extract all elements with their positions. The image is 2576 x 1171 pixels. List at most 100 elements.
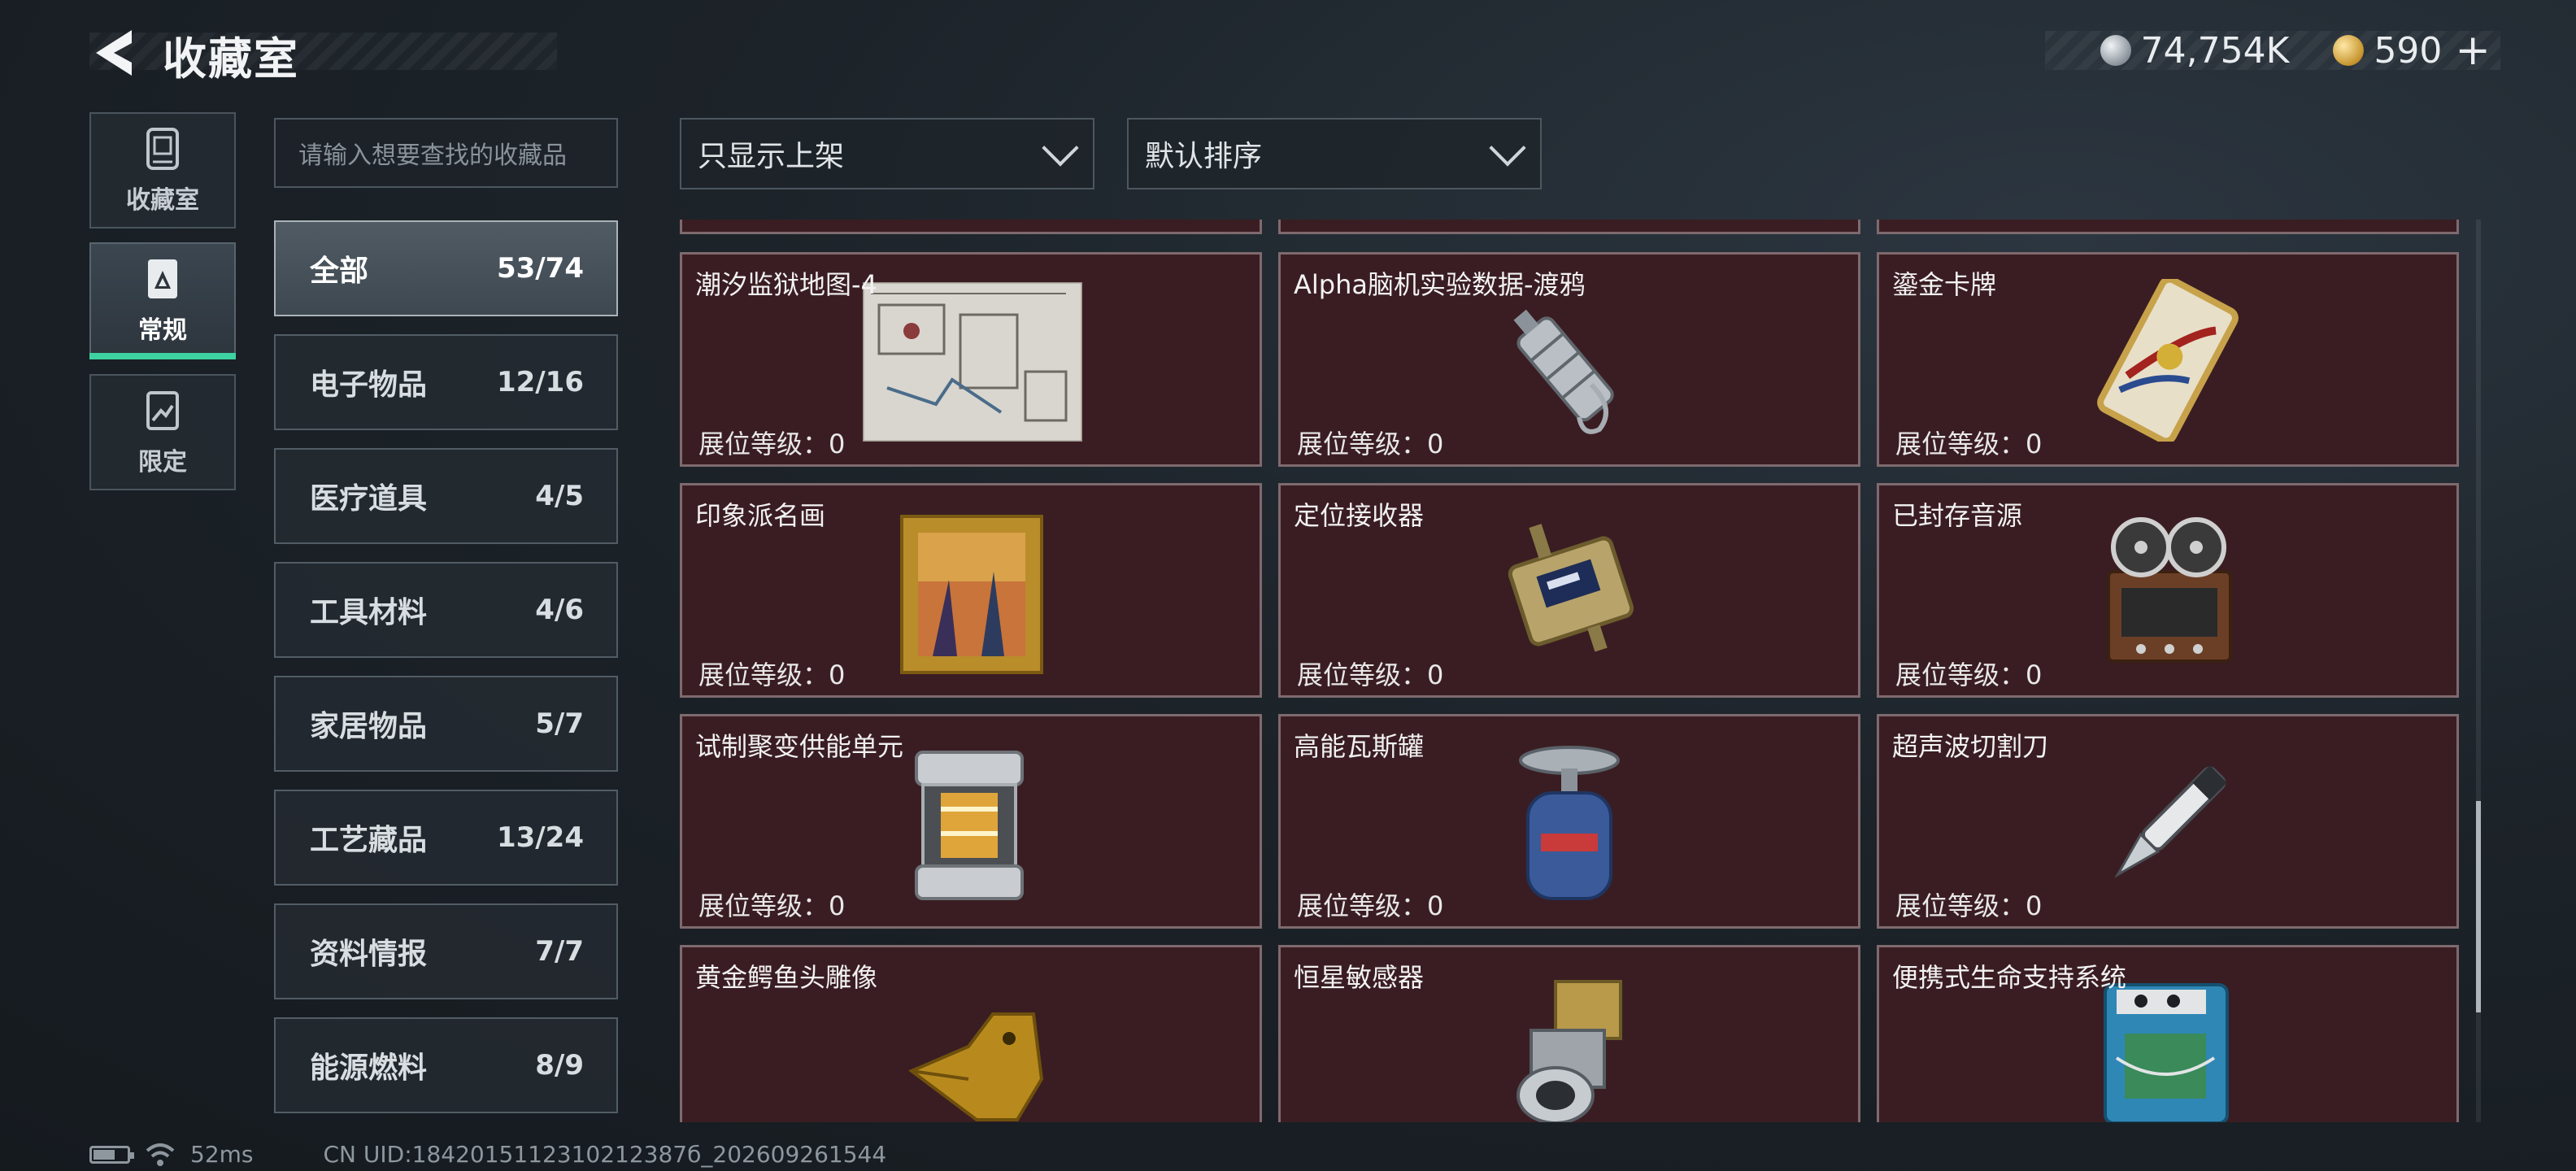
- collection-icon: [146, 127, 179, 170]
- category-medical[interactable]: 医疗道具 4/5: [274, 448, 618, 544]
- display-filter-value: 只显示上架: [698, 140, 845, 173]
- star-sensor-icon: [1516, 980, 1622, 1122]
- currency-bar: 74,754K 590 +: [2045, 26, 2500, 75]
- item-name: 高能瓦斯罐: [1294, 731, 1425, 762]
- limited-icon: [146, 390, 179, 430]
- nav-item-label: 收藏室: [126, 185, 199, 215]
- status-bar: 52ms CN UID:1842015112310212387б_2026092…: [89, 1141, 886, 1168]
- item-card-partial[interactable]: [680, 220, 1262, 234]
- page-title: 收藏室: [163, 33, 299, 85]
- nav-item-collection-room[interactable]: 收藏室: [89, 112, 236, 229]
- category-electronics[interactable]: 电子物品 12/16: [274, 334, 618, 430]
- category-count: 4/6: [535, 594, 584, 626]
- item-card[interactable]: 潮汐监狱地图-4 展位等级：0: [680, 252, 1262, 467]
- category-count: 7/7: [535, 935, 584, 968]
- item-card[interactable]: 超声波切割刀 展位等级：0: [1877, 714, 2459, 929]
- item-name: 便携式生命支持系统: [1892, 962, 2127, 993]
- item-card[interactable]: 高能瓦斯罐 展位等级：0: [1278, 714, 1860, 929]
- category-name: 医疗道具: [310, 482, 428, 516]
- life-support-icon: [2104, 983, 2229, 1122]
- item-level: 展位等级：0: [1297, 429, 1444, 459]
- category-crafts[interactable]: 工艺藏品 13/24: [274, 790, 618, 886]
- item-level: 展位等级：0: [1297, 660, 1444, 690]
- gold-crocodile-icon: [908, 1012, 1044, 1121]
- category-all[interactable]: 全部 53/74: [274, 220, 618, 316]
- gilded-card-icon: [2097, 279, 2239, 442]
- add-currency-button[interactable]: +: [2455, 26, 2491, 75]
- nav-item-regular[interactable]: 常规: [89, 242, 236, 359]
- collection-grid: 潮汐监狱地图-4 展位等级：0 Alpha脑机实验数据-渡鸦 展位等级：0 鎏金…: [680, 220, 2462, 1122]
- item-name: Alpha脑机实验数据-渡鸦: [1294, 269, 1586, 300]
- item-level: 展位等级：0: [1297, 890, 1444, 921]
- category-count: 13/24: [496, 821, 584, 854]
- item-level: 展位等级：0: [698, 429, 846, 459]
- nav-item-label: 限定: [138, 447, 187, 477]
- item-card[interactable]: 鎏金卡牌 展位等级：0: [1877, 252, 2459, 467]
- category-name: 工具材料: [310, 596, 428, 629]
- category-count: 4/5: [535, 480, 584, 512]
- item-level: 展位等级：0: [698, 660, 846, 690]
- chevron-down-icon: [1042, 129, 1079, 167]
- item-card[interactable]: 试制聚变供能单元 展位等级：0: [680, 714, 1262, 929]
- nav-item-label: 常规: [138, 316, 187, 345]
- wifi-icon: [146, 1143, 175, 1166]
- ultrasonic-knife-icon: [2114, 765, 2227, 878]
- category-name: 工艺藏品: [310, 824, 428, 857]
- item-card[interactable]: Alpha脑机实验数据-渡鸦 展位等级：0: [1278, 252, 1860, 467]
- category-count: 53/74: [496, 252, 584, 285]
- gold-coin-value: 590: [2374, 29, 2443, 72]
- silver-coin-value: 74,754K: [2140, 29, 2290, 72]
- reel-recorder-icon: [2107, 517, 2232, 663]
- nav-item-limited[interactable]: 限定: [89, 374, 236, 490]
- item-name: 恒星敏感器: [1294, 962, 1425, 993]
- display-filter-dropdown[interactable]: 只显示上架: [680, 118, 1094, 189]
- painting-icon: [900, 515, 1043, 674]
- nav-active-indicator: [89, 353, 236, 359]
- gas-canister-icon: [1519, 746, 1620, 900]
- category-count: 8/9: [535, 1049, 584, 1082]
- item-card[interactable]: 定位接收器 展位等级：0: [1278, 483, 1860, 698]
- regular-icon: [148, 259, 177, 298]
- category-count: 5/7: [535, 707, 584, 740]
- item-card-partial[interactable]: [1877, 220, 2459, 234]
- item-name: 印象派名画: [695, 500, 826, 531]
- sort-value: 默认排序: [1145, 140, 1263, 173]
- chevron-down-icon: [1489, 129, 1526, 167]
- fusion-cell-icon: [915, 751, 1024, 900]
- gold-coin-icon: [2333, 35, 2365, 66]
- back-arrow-icon: [96, 30, 132, 76]
- prison-map-icon: [863, 282, 1082, 442]
- item-card[interactable]: 已封存音源 展位等级：0: [1877, 483, 2459, 698]
- item-level: 展位等级：0: [698, 890, 846, 921]
- data-drive-icon: [1513, 309, 1614, 434]
- item-name: 试制聚变供能单元: [695, 731, 904, 762]
- item-name: 黄金鳄鱼头雕像: [695, 962, 878, 993]
- item-card[interactable]: 便携式生命支持系统: [1877, 945, 2459, 1122]
- item-card-partial[interactable]: [1278, 220, 1860, 234]
- locator-receiver-icon: [1508, 524, 1634, 652]
- item-name: 鎏金卡牌: [1892, 269, 1997, 300]
- item-name: 潮汐监狱地图-4: [695, 269, 877, 300]
- sort-dropdown[interactable]: 默认排序: [1127, 118, 1542, 189]
- category-household[interactable]: 家居物品 5/7: [274, 676, 618, 772]
- item-level: 展位等级：0: [1895, 660, 2043, 690]
- category-name: 资料情报: [310, 938, 428, 971]
- item-name: 已封存音源: [1892, 500, 2023, 531]
- title-bar-background: [89, 33, 557, 70]
- silver-coin-icon: [2100, 35, 2131, 66]
- item-level: 展位等级：0: [1895, 890, 2043, 921]
- back-button[interactable]: [89, 24, 138, 81]
- category-intel[interactable]: 资料情报 7/7: [274, 903, 618, 999]
- category-tools[interactable]: 工具材料 4/6: [274, 562, 618, 658]
- battery-icon: [89, 1145, 134, 1164]
- category-energy[interactable]: 能源燃料 8/9: [274, 1017, 618, 1113]
- item-card[interactable]: 黄金鳄鱼头雕像: [680, 945, 1262, 1122]
- category-name: 全部: [310, 255, 369, 288]
- search-input[interactable]: 请输入想要查找的收藏品: [274, 118, 618, 188]
- item-name: 定位接收器: [1294, 500, 1425, 531]
- item-card[interactable]: 印象派名画 展位等级：0: [680, 483, 1262, 698]
- grid-scrollbar-thumb[interactable]: [2476, 801, 2481, 1012]
- item-name: 超声波切割刀: [1892, 731, 2049, 762]
- item-card[interactable]: 恒星敏感器: [1278, 945, 1860, 1122]
- category-name: 电子物品: [310, 368, 428, 402]
